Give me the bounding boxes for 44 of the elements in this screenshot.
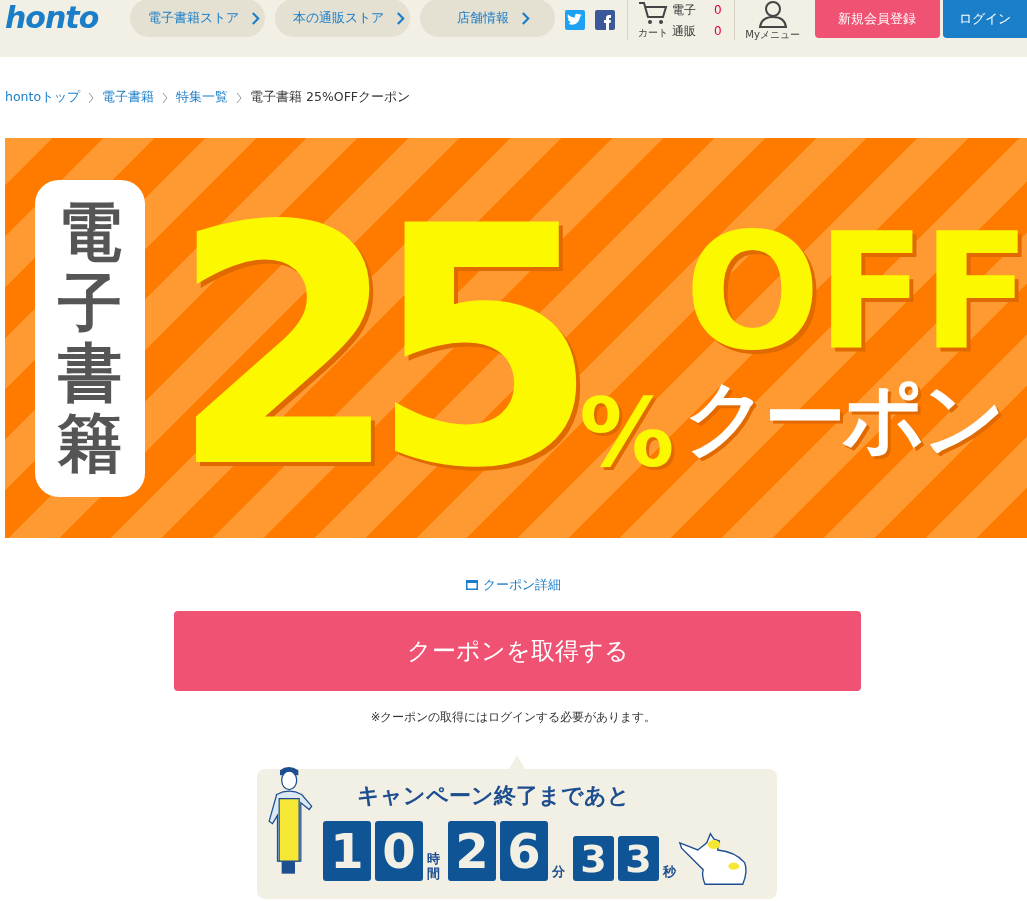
cart-icon[interactable] [638, 0, 668, 26]
cart-count: 0 [714, 23, 722, 40]
twitter-icon[interactable] [565, 10, 585, 30]
register-button[interactable]: 新規会員登録 [814, 0, 940, 38]
my-menu-label[interactable]: Myメニュー [745, 28, 800, 42]
card-icon [466, 580, 478, 590]
nav-button[interactable]: 電子書籍ストア [130, 0, 265, 37]
nav-button[interactable]: 店舗情報 [420, 0, 555, 37]
coupon-detail-link[interactable]: クーポン詳細 [466, 576, 561, 594]
breadcrumb-link[interactable]: hontoトップ [5, 89, 81, 106]
banner-coupon-text: クーポン [684, 372, 1003, 464]
countdown-digit: 3 [573, 836, 614, 881]
chevron-right-icon [395, 11, 405, 25]
breadcrumb-link[interactable]: 特集一覧 [176, 89, 229, 106]
countdown-unit-label: 分 [552, 863, 565, 881]
breadcrumb-separator [162, 91, 169, 104]
countdown-digit: 0 [375, 821, 423, 881]
chevron-right-icon [250, 11, 260, 25]
countdown-digit: 1 [323, 821, 371, 881]
countdown-digit: 6 [500, 821, 548, 881]
cart-type-label: 通販 [672, 23, 696, 40]
get-coupon-button[interactable]: クーポンを取得する [174, 611, 861, 691]
countdown-digit: 3 [618, 836, 659, 881]
cart-type-label: 電子 [672, 2, 696, 19]
cat-drawing [678, 831, 750, 887]
countdown-digit: 2 [448, 821, 496, 881]
login-button[interactable]: ログイン [942, 0, 1027, 38]
nav-button[interactable]: 本の通販ストア [275, 0, 410, 37]
cart-label: カート [638, 26, 668, 40]
breadcrumb-separator [88, 91, 95, 104]
honto-logo[interactable]: honto [5, 0, 130, 36]
countdown-title: キャンペーン終了まであと [357, 782, 631, 810]
user-icon[interactable] [757, 0, 788, 28]
countdown-unit-label: 秒 [663, 863, 676, 881]
cart-count: 0 [714, 2, 722, 19]
banner-off-text: OFF [684, 212, 1027, 373]
current-page-title: 電子書籍 25%OFFクーポン [250, 89, 411, 106]
chevron-right-icon [521, 11, 530, 25]
countdown-unit-label: 時間 [427, 852, 440, 881]
breadcrumb-link[interactable]: 電子書籍 [102, 89, 155, 106]
banner-side-text: 電子書籍 [58, 197, 122, 479]
breadcrumb-separator [236, 91, 243, 104]
login-note: ※クーポンの取得にはログインする必要があります。 [369, 710, 658, 725]
facebook-icon[interactable] [595, 10, 615, 30]
